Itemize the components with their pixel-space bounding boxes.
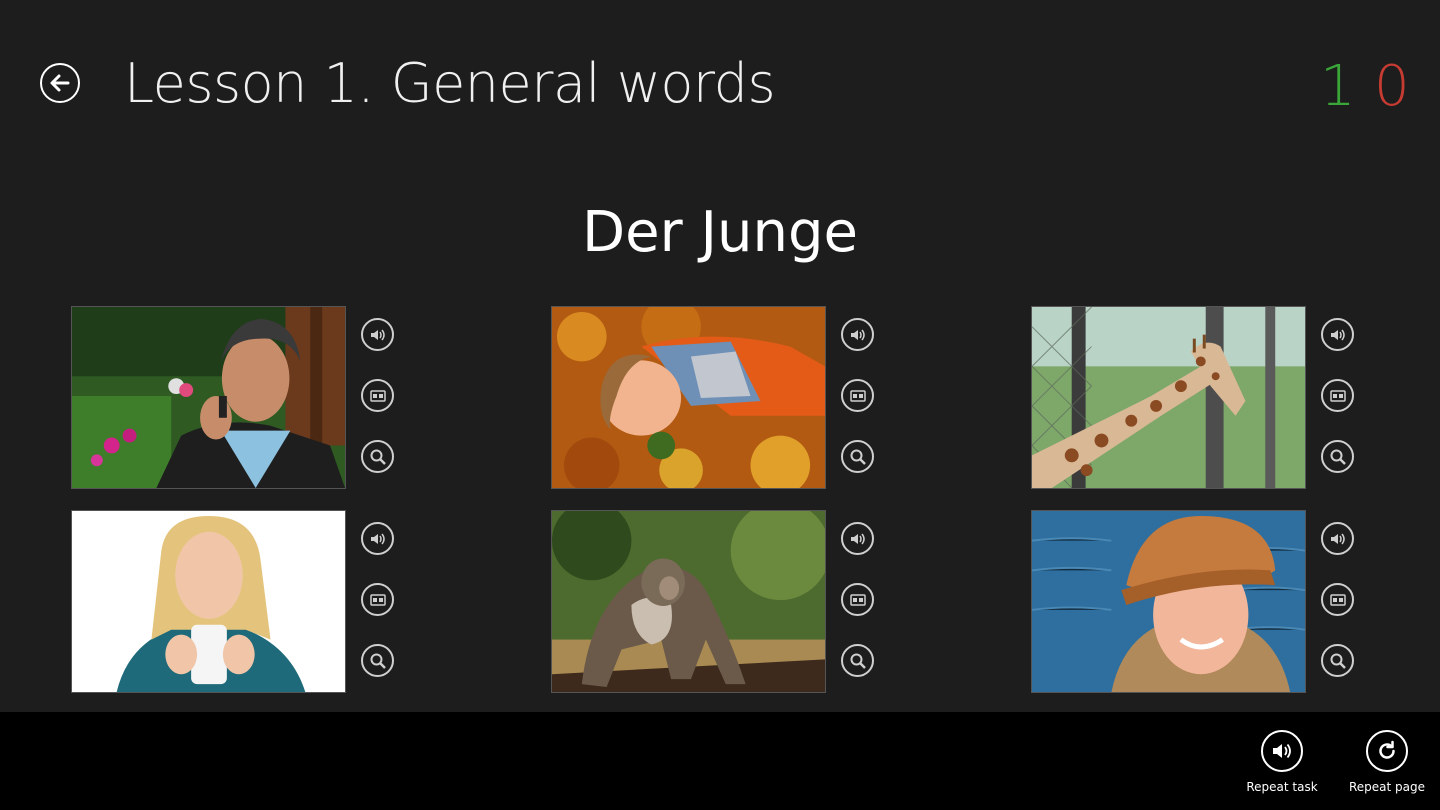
play-sound-button[interactable] <box>1321 318 1354 351</box>
play-sound-button[interactable] <box>841 318 874 351</box>
speaker-icon <box>1330 533 1345 544</box>
magnifier-icon <box>850 449 866 465</box>
magnifier-icon <box>1330 449 1346 465</box>
play-sound-button[interactable] <box>1321 522 1354 555</box>
card-icon <box>369 389 386 402</box>
app-bar: Repeat task Repeat page <box>0 712 1440 810</box>
magnifier-icon <box>1330 653 1346 669</box>
play-sound-button[interactable] <box>841 522 874 555</box>
repeat-page-button[interactable]: Repeat page <box>1347 730 1427 794</box>
picture-card <box>71 306 411 490</box>
picture-card <box>1031 510 1371 694</box>
card-icon <box>1329 389 1346 402</box>
zoom-button[interactable] <box>841 644 874 677</box>
man-on-phone-photo[interactable] <box>71 306 346 489</box>
back-button[interactable] <box>40 63 80 103</box>
speaker-icon <box>850 329 865 340</box>
card-icon <box>1329 593 1346 606</box>
picture-card <box>1031 306 1371 490</box>
repeat-task-ring <box>1261 730 1303 772</box>
show-card-button[interactable] <box>841 583 874 616</box>
boy-in-leaves-photo[interactable] <box>551 306 826 489</box>
task-word: Der Junge <box>582 200 858 265</box>
page-title: Lesson 1. General words <box>124 52 776 115</box>
zoom-button[interactable] <box>841 440 874 473</box>
play-sound-button[interactable] <box>361 318 394 351</box>
repeat-page-label: Repeat page <box>1348 780 1426 794</box>
show-card-button[interactable] <box>361 379 394 412</box>
zoom-button[interactable] <box>1321 644 1354 677</box>
card-icon <box>849 593 866 606</box>
card-icon <box>849 389 866 402</box>
zoom-button[interactable] <box>361 644 394 677</box>
picture-card <box>551 306 891 490</box>
show-card-button[interactable] <box>1321 583 1354 616</box>
card-icon <box>369 593 386 606</box>
speaker-icon <box>850 533 865 544</box>
speaker-icon <box>370 329 385 340</box>
monkey-photo[interactable] <box>551 510 826 693</box>
show-card-button[interactable] <box>361 583 394 616</box>
show-card-button[interactable] <box>1321 379 1354 412</box>
refresh-icon <box>1379 740 1395 759</box>
arrow-left-icon <box>50 74 70 92</box>
speaker-icon <box>1330 329 1345 340</box>
magnifier-icon <box>370 653 386 669</box>
repeat-page-ring <box>1366 730 1408 772</box>
magnifier-icon <box>370 449 386 465</box>
speaker-icon <box>1273 743 1291 759</box>
score-wrong: 0 <box>1374 54 1410 119</box>
play-sound-button[interactable] <box>361 522 394 555</box>
repeat-task-button[interactable]: Repeat task <box>1242 730 1322 794</box>
speaker-icon <box>370 533 385 544</box>
magnifier-icon <box>850 653 866 669</box>
giraffe-photo[interactable] <box>1031 306 1306 489</box>
score-correct: 1 <box>1320 54 1356 119</box>
picture-card <box>551 510 891 694</box>
girl-in-hat-photo[interactable] <box>1031 510 1306 693</box>
woman-with-cup-photo[interactable] <box>71 510 346 693</box>
zoom-button[interactable] <box>361 440 394 473</box>
zoom-button[interactable] <box>1321 440 1354 473</box>
repeat-task-label: Repeat task <box>1246 780 1318 794</box>
show-card-button[interactable] <box>841 379 874 412</box>
picture-card <box>71 510 411 694</box>
